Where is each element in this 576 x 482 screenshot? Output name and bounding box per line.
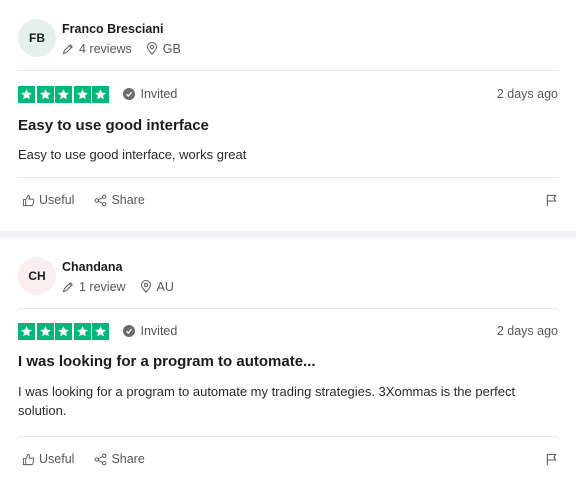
divider bbox=[18, 308, 558, 309]
location-pin-icon bbox=[140, 280, 151, 293]
check-circle-icon bbox=[122, 88, 135, 100]
review-title[interactable]: Easy to use good interface bbox=[18, 116, 209, 136]
review-card: CH Chandana 1 review AU Invited 2 days a… bbox=[0, 238, 576, 482]
review-count: 4 reviews bbox=[79, 41, 132, 56]
consumer-name[interactable]: Chandana bbox=[62, 259, 188, 275]
country-code: GB bbox=[162, 41, 181, 56]
divider bbox=[18, 177, 558, 178]
flag-button[interactable] bbox=[545, 194, 558, 207]
consumer-info[interactable]: FB Franco Bresciani 4 reviews GB bbox=[18, 16, 195, 60]
star-icon bbox=[92, 85, 109, 103]
divider bbox=[18, 436, 558, 437]
flag-icon bbox=[546, 453, 557, 465]
star-icon bbox=[36, 322, 54, 340]
avatar[interactable]: FB bbox=[18, 19, 56, 57]
pencil-icon bbox=[62, 281, 73, 292]
star-icon bbox=[55, 85, 72, 103]
star-icon bbox=[55, 322, 72, 340]
review-date: 2 days ago bbox=[496, 324, 558, 338]
star-icon bbox=[92, 322, 109, 340]
share-button[interactable]: Share bbox=[94, 193, 145, 207]
avatar-initials: CH bbox=[28, 269, 46, 283]
share-button[interactable]: Share bbox=[94, 452, 145, 466]
invited-text: Invited bbox=[140, 87, 178, 101]
consumer-info[interactable]: CH Chandana 1 review AU bbox=[18, 254, 188, 298]
share-icon bbox=[95, 453, 107, 465]
star-icon bbox=[73, 85, 91, 103]
useful-label: Useful bbox=[39, 452, 75, 466]
pencil-icon bbox=[62, 43, 73, 54]
location-pin-icon bbox=[146, 42, 157, 55]
review-text: Easy to use good interface, works great bbox=[18, 147, 247, 162]
flag-button[interactable] bbox=[545, 453, 558, 466]
consumer-name[interactable]: Franco Bresciani bbox=[62, 21, 195, 37]
avatar-initials: FB bbox=[29, 31, 45, 45]
review-count: 1 review bbox=[79, 279, 126, 294]
useful-button[interactable]: Useful bbox=[22, 452, 74, 466]
star-icon bbox=[36, 85, 54, 103]
flag-icon bbox=[546, 194, 557, 206]
thumbs-up-icon bbox=[22, 453, 35, 465]
useful-label: Useful bbox=[39, 193, 75, 207]
review-card: FB Franco Bresciani 4 reviews GB Invited… bbox=[0, 0, 576, 231]
star-icon bbox=[18, 85, 35, 103]
review-title[interactable]: I was looking for a program to automate.… bbox=[18, 352, 316, 372]
avatar[interactable]: CH bbox=[18, 257, 56, 295]
review-text: I was looking for a program to automate … bbox=[18, 384, 516, 418]
invited-label[interactable]: Invited bbox=[122, 87, 178, 101]
check-circle-icon bbox=[122, 325, 135, 337]
invited-label[interactable]: Invited bbox=[122, 324, 178, 338]
star-icon bbox=[73, 322, 91, 340]
share-label: Share bbox=[111, 452, 145, 466]
review-date: 2 days ago bbox=[496, 87, 558, 101]
star-rating bbox=[18, 322, 111, 340]
useful-button[interactable]: Useful bbox=[22, 193, 74, 207]
share-label: Share bbox=[111, 193, 145, 207]
divider bbox=[18, 70, 558, 71]
country-code: AU bbox=[156, 279, 174, 294]
star-icon bbox=[18, 322, 35, 340]
share-icon bbox=[95, 194, 107, 206]
invited-text: Invited bbox=[140, 324, 178, 338]
star-rating bbox=[18, 85, 111, 103]
thumbs-up-icon bbox=[22, 194, 35, 206]
